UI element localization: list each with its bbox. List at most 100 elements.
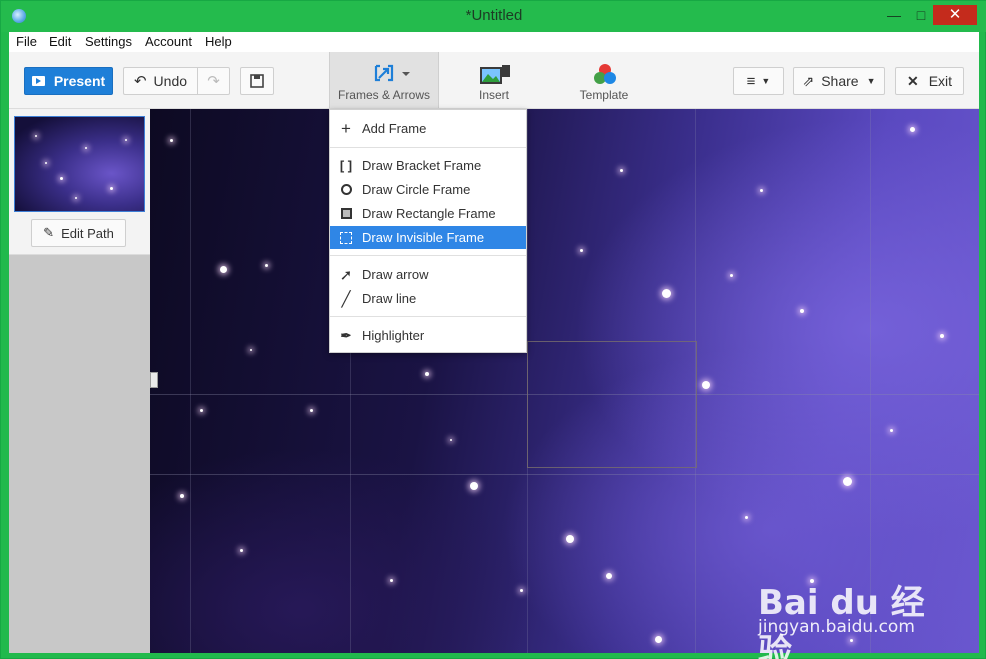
menu-help[interactable]: Help — [205, 34, 232, 49]
present-icon — [31, 76, 45, 86]
plus-icon: + — [341, 118, 351, 138]
menu-item-label: Draw Circle Frame — [362, 182, 471, 197]
menu-edit[interactable]: Edit — [49, 34, 71, 49]
tab-frames-arrows[interactable]: Frames & Arrows — [329, 52, 439, 108]
frames-arrows-dropdown: + Add Frame [ ] Draw Bracket Frame Draw … — [329, 109, 527, 353]
bracket-frame-icon: [ ] — [339, 158, 353, 173]
undo-label: Undo — [153, 73, 188, 89]
menu-item-label: Highlighter — [362, 328, 425, 343]
star — [910, 127, 915, 132]
star — [730, 274, 733, 277]
watermark: Bai du 经验 jingyan.baidu.com — [756, 573, 956, 659]
template-icon — [594, 64, 616, 84]
pencil-icon: ✎ — [43, 225, 55, 240]
canvas[interactable] — [150, 109, 979, 653]
tab-insert-label: Insert — [478, 88, 509, 102]
star — [655, 636, 662, 643]
present-label: Present — [53, 73, 106, 89]
star — [580, 249, 583, 252]
star — [450, 439, 452, 441]
edit-path-button[interactable]: ✎ Edit Path — [31, 219, 126, 247]
toolbar: Present ↶ Undo ↷ Frames & Arrows Insert … — [9, 52, 979, 109]
star — [760, 189, 763, 192]
menu-item-label: Draw Rectangle Frame — [362, 206, 496, 221]
rectangle-frame-icon — [339, 207, 353, 221]
menu-divider — [330, 147, 526, 148]
menu-account[interactable]: Account — [145, 34, 192, 49]
arrow-icon: ➚ — [339, 266, 353, 284]
invisible-frame-icon — [339, 231, 353, 245]
menu-item-rectangle-frame[interactable]: Draw Rectangle Frame — [330, 202, 526, 225]
more-menu-button[interactable]: ≡ ▼ — [733, 67, 784, 95]
menu-settings[interactable]: Settings — [85, 34, 132, 49]
menu-item-label: Add Frame — [362, 121, 427, 136]
tab-template[interactable]: Template — [549, 52, 659, 108]
star — [470, 482, 478, 490]
star — [702, 381, 710, 389]
frames-arrows-icon — [374, 64, 410, 82]
menu-item-draw-line[interactable]: ╱ Draw line — [330, 287, 526, 310]
menu-item-label: Draw line — [362, 291, 417, 306]
panel-resize-handle[interactable] — [150, 372, 158, 388]
share-label: Share — [821, 73, 859, 89]
star — [425, 372, 429, 376]
menu-item-draw-arrow[interactable]: ➚ Draw arrow — [330, 263, 526, 286]
undo-button[interactable]: ↶ Undo — [123, 67, 197, 95]
redo-button[interactable]: ↷ — [197, 67, 230, 95]
maximize-button[interactable]: □ — [908, 5, 934, 25]
present-button[interactable]: Present — [24, 67, 113, 95]
star — [180, 494, 184, 498]
star — [606, 573, 612, 579]
title-bar: *Untitled — □ ✕ — [1, 1, 986, 32]
close-icon: ✕ — [906, 72, 919, 89]
star — [662, 289, 671, 298]
menu-item-circle-frame[interactable]: Draw Circle Frame — [330, 178, 526, 201]
star — [240, 549, 243, 552]
watermark-url: jingyan.baidu.com — [758, 617, 915, 637]
menu-item-label: Draw Bracket Frame — [362, 158, 482, 173]
highlighter-icon: ✒ — [340, 327, 352, 343]
star — [843, 477, 852, 486]
star — [940, 334, 944, 338]
tab-template-label: Template — [579, 88, 629, 102]
tab-insert[interactable]: Insert — [439, 52, 549, 108]
menu-item-bracket-frame[interactable]: [ ] Draw Bracket Frame — [330, 154, 526, 177]
star — [520, 589, 523, 592]
star — [220, 266, 227, 273]
frame-outline[interactable] — [527, 341, 697, 468]
menu-divider — [330, 255, 526, 256]
star — [566, 535, 574, 543]
share-button[interactable]: ⇗ Share ▼ — [793, 67, 885, 95]
redo-icon: ↷ — [207, 73, 220, 90]
star — [265, 264, 268, 267]
star — [890, 429, 893, 432]
share-icon: ⇗ — [802, 72, 815, 89]
star — [745, 516, 748, 519]
menu-item-add-frame[interactable]: + Add Frame — [330, 117, 526, 140]
chevron-down-icon: ▼ — [866, 76, 876, 86]
menu-item-label: Draw Invisible Frame — [362, 230, 485, 245]
star — [310, 409, 313, 412]
window-title: *Untitled — [465, 7, 523, 24]
menu-item-label: Draw arrow — [362, 267, 429, 282]
insert-image-icon — [480, 65, 510, 84]
star — [620, 169, 623, 172]
grid-line — [870, 109, 871, 653]
chevron-down-icon: ▼ — [761, 76, 771, 86]
menu-item-highlighter[interactable]: ✒ Highlighter — [330, 324, 526, 347]
minimize-button[interactable]: — — [881, 5, 907, 25]
exit-button[interactable]: ✕ Exit — [895, 67, 964, 95]
slide-thumbnail[interactable] — [14, 116, 145, 212]
save-button[interactable] — [240, 67, 274, 95]
close-window-button[interactable]: ✕ — [933, 5, 977, 25]
menu-file[interactable]: File — [16, 34, 37, 49]
menu-bar: File Edit Settings Account Help — [9, 32, 979, 52]
thumbnail-area: ✎ Edit Path — [9, 109, 150, 255]
edit-path-label: Edit Path — [61, 225, 114, 241]
star — [250, 349, 252, 351]
tab-frames-arrows-label: Frames & Arrows — [337, 88, 430, 102]
menu-item-invisible-frame[interactable]: Draw Invisible Frame — [330, 226, 526, 249]
grid-line — [150, 474, 979, 475]
star — [800, 309, 804, 313]
circle-frame-icon — [339, 183, 353, 197]
